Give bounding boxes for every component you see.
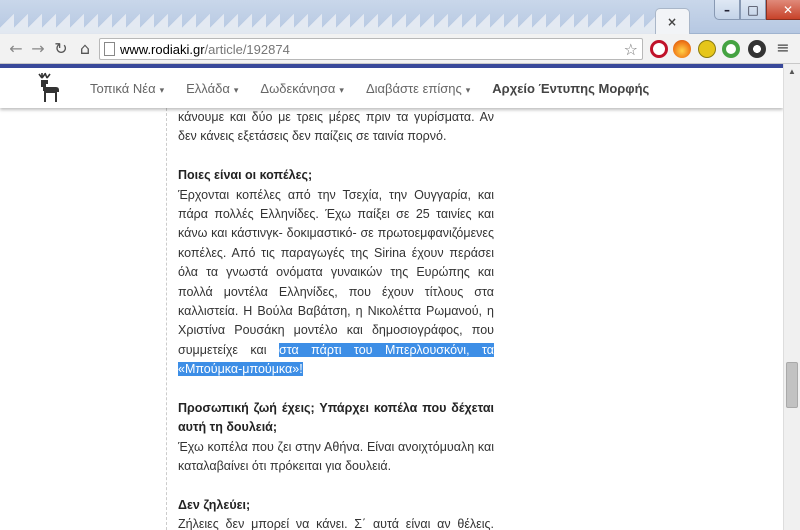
- nav-item-greece[interactable]: Ελλάδα ▾: [186, 81, 238, 96]
- address-bar[interactable]: www.rodiaki.gr/article/192874 ☆: [99, 38, 643, 60]
- vertical-scrollbar[interactable]: ▲: [783, 64, 800, 530]
- title-bar: × – □ ✕: [0, 0, 800, 34]
- deer-logo-icon: [38, 72, 59, 102]
- q-extension-icon[interactable]: [722, 40, 740, 58]
- paragraph: Ζήλειες δεν μπορεί να κάνει. Σ΄ αυτά είν…: [178, 517, 494, 530]
- site-navbar: Τοπικά Νέα ▾ Ελλάδα ▾ Δωδεκάνησα ▾ Διαβάστε…: [0, 64, 783, 108]
- tab-close-icon[interactable]: ×: [664, 14, 680, 30]
- paragraph: κάνουμε και δύο με τρεις μέρες πριν τα γ…: [178, 110, 494, 144]
- paragraph: Έρχονται κοπέλες από την Τσεχία, την Ουγ…: [178, 187, 494, 377]
- scroll-up-arrow-icon[interactable]: ▲: [784, 64, 800, 80]
- gear-icon[interactable]: [748, 40, 766, 58]
- fire-extension-icon[interactable]: [673, 40, 691, 58]
- question-heading: Προσωπική ζωή έχεις; Υπάρχει κοπέλα που …: [178, 401, 494, 435]
- chrome-menu-icon[interactable]: ≡: [774, 39, 792, 57]
- back-button[interactable]: ←: [6, 39, 26, 59]
- window-controls: – □ ✕: [714, 0, 800, 20]
- nav-item-dodecanese[interactable]: Δωδεκάνησα ▾: [260, 81, 344, 96]
- forward-button[interactable]: →: [28, 39, 48, 59]
- close-window-button[interactable]: ✕: [766, 0, 800, 20]
- nav-item-print-archive[interactable]: Αρχείο Έντυπης Μορφής: [492, 81, 649, 96]
- question-heading: Ποιες είναι οι κοπέλες;: [178, 168, 313, 183]
- nav-item-local-news[interactable]: Τοπικά Νέα ▾: [90, 81, 164, 96]
- maximize-button[interactable]: □: [740, 0, 766, 20]
- scroll-thumb[interactable]: [786, 362, 798, 408]
- question-heading: Δεν ζηλεύει;: [178, 498, 251, 513]
- nav-item-read-also[interactable]: Διαβάστε επίσης ▾: [366, 81, 470, 96]
- chevron-down-icon: ▾: [465, 84, 471, 95]
- chevron-down-icon: ▾: [159, 84, 165, 95]
- article-content: κάνουμε και δύο με τρεις μέρες πριν τα γ…: [178, 108, 494, 530]
- browser-toolbar: ← → ↻ ⌂ www.rodiaki.gr/article/192874 ☆ …: [0, 34, 800, 64]
- page-viewport: Τοπικά Νέα ▾ Ελλάδα ▾ Δωδεκάνησα ▾ Διαβάστε…: [0, 64, 783, 530]
- chevron-down-icon: ▾: [339, 84, 344, 95]
- page-icon: [104, 42, 115, 56]
- article-body: κάνουμε και δύο με τρεις μέρες πριν τα γ…: [166, 108, 506, 530]
- site-nav-menu: Τοπικά Νέα ▾ Ελλάδα ▾ Δωδεκάνησα ▾ Διαβάστε…: [90, 68, 671, 108]
- bookmark-star-icon[interactable]: ☆: [624, 40, 638, 59]
- reload-button[interactable]: ↻: [51, 39, 71, 59]
- tab-strip: [0, 8, 680, 34]
- paragraph: Έχω κοπέλα που ζει στην Αθήνα. Είναι ανο…: [178, 439, 494, 474]
- minimize-button[interactable]: –: [714, 0, 740, 20]
- home-button[interactable]: ⌂: [75, 39, 95, 59]
- site-logo[interactable]: [28, 72, 66, 108]
- url-text[interactable]: www.rodiaki.gr/article/192874: [120, 42, 290, 57]
- h-extension-icon[interactable]: [698, 40, 716, 58]
- chevron-down-icon: ▾: [233, 84, 239, 95]
- record-extension-icon[interactable]: [650, 40, 668, 58]
